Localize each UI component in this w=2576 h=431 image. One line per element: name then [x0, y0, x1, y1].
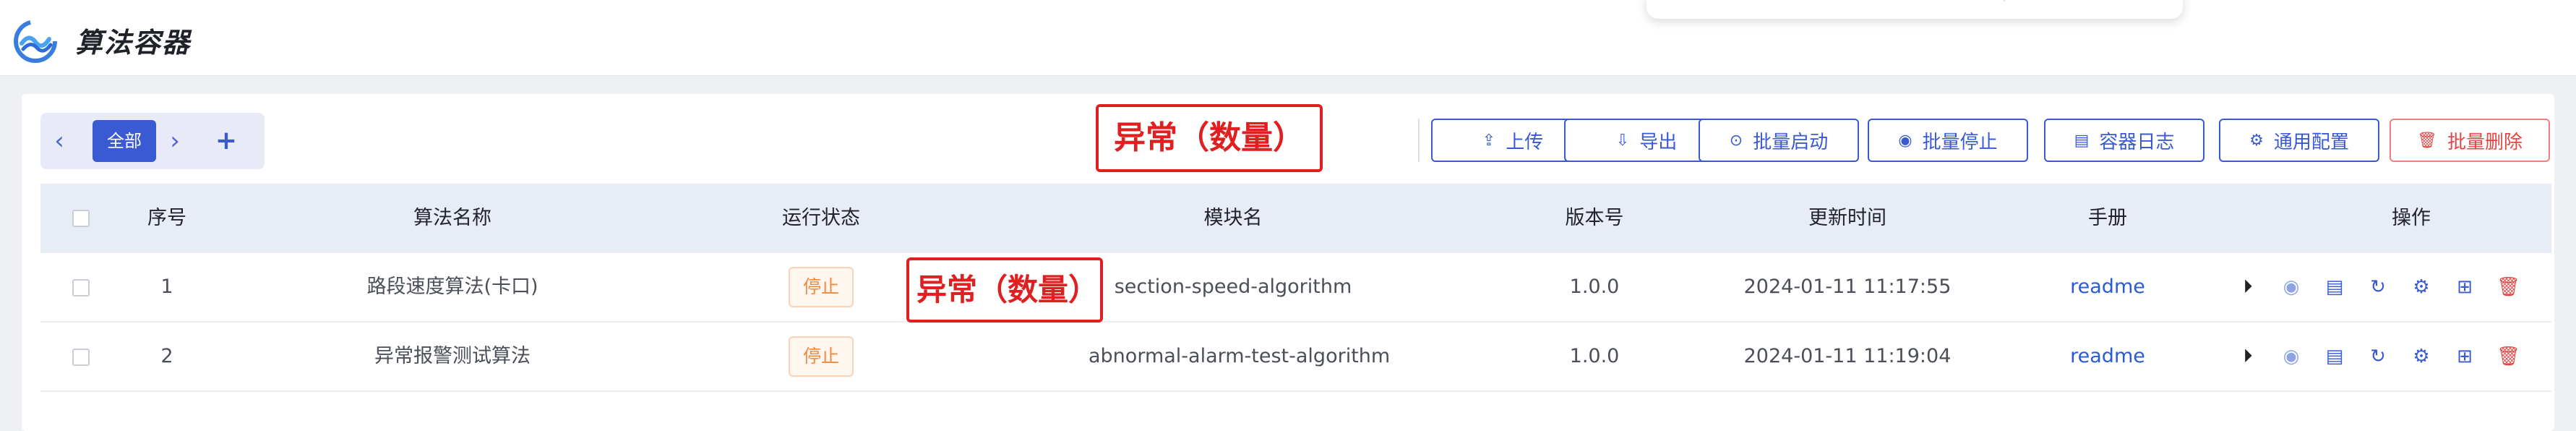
version: 1.0.0 [1569, 276, 1620, 298]
page-title: 算法容器 [75, 27, 192, 59]
hierarchy-icon[interactable]: ⊞ [2453, 345, 2476, 368]
table-row: 2 异常报警测试算法 停止 abnormal-alarm-test-algori… [40, 323, 2551, 392]
download-icon: ⇩ [1615, 131, 1630, 150]
status-badge: 停止 [789, 336, 854, 377]
container-log-label: 容器日志 [2099, 131, 2175, 153]
trash-icon[interactable]: 🗑 [2496, 276, 2520, 299]
gear-icon: ⚙ [2249, 131, 2264, 150]
tab-all[interactable]: 全部 [93, 120, 156, 162]
column-header-status: 运行状态 [782, 207, 860, 229]
column-header-name: 算法名称 [413, 207, 491, 229]
trash-icon[interactable]: 🗑 [2496, 345, 2520, 368]
update-time: 2024-01-11 11:19:04 [1743, 345, 1952, 367]
readme-link[interactable]: readme [2050, 253, 2165, 321]
column-header-index: 序号 [147, 207, 186, 229]
version: 1.0.0 [1569, 345, 1620, 367]
upload-label: 上传 [1506, 131, 1544, 153]
column-header-actions: 操作 [2392, 207, 2431, 229]
log-icon[interactable]: ▤ [2323, 276, 2346, 299]
readme-link[interactable]: readme [2050, 323, 2165, 391]
log-icon[interactable]: ▤ [2323, 345, 2346, 368]
general-config-button[interactable]: ⚙ 通用配置 [2219, 119, 2379, 162]
chevron-right-icon[interactable]: › [160, 123, 189, 159]
algorithm-name: 异常报警测试算法 [374, 345, 531, 367]
play-circle-icon: ⊙ [1729, 131, 1743, 150]
table-row: 1 路段速度算法(卡口) 停止 section-speed-algorithm … [40, 253, 2551, 323]
wave-logo-icon [14, 20, 57, 63]
row-index: 2 [160, 345, 173, 367]
column-header-module: 模块名 [1203, 207, 1263, 229]
column-header-manual: 手册 [2088, 207, 2127, 229]
module-name: section-speed-algorithm [1114, 276, 1352, 298]
column-header-version: 版本号 [1565, 207, 1624, 229]
container-log-button[interactable]: ▤ 容器日志 [2044, 119, 2204, 162]
module-name: abnormal-alarm-test-algorithm [1089, 345, 1391, 367]
algorithm-name: 路段速度算法(卡口) [366, 276, 538, 298]
toolbar-divider [1418, 119, 1420, 162]
batch-delete-button[interactable]: 🗑 批量删除 [2390, 119, 2550, 162]
app-header: 算法容器 [0, 0, 2576, 76]
batch-stop-button[interactable]: ◉ 批量停止 [1868, 119, 2028, 162]
refresh-icon[interactable]: ↻ [2366, 276, 2390, 299]
table-header: 序号 算法名称 运行状态 模块名 版本号 更新时间 手册 操作 [40, 184, 2551, 253]
batch-delete-label: 批量删除 [2447, 131, 2523, 153]
row-checkbox[interactable] [72, 349, 90, 366]
hierarchy-icon[interactable]: ⊞ [2453, 276, 2476, 299]
batch-start-button[interactable]: ⊙ 批量启动 [1699, 119, 1859, 162]
chevron-left-icon[interactable]: ‹ [45, 123, 74, 159]
refresh-icon[interactable]: ↻ [2366, 345, 2390, 368]
annotation-box-toolbar: 异常（数量） [1096, 104, 1323, 172]
tab-group: ‹ 全部 › + [40, 113, 265, 169]
update-time: 2024-01-11 11:17:55 [1743, 276, 1952, 298]
stop-circle-icon: ◉ [1898, 131, 1912, 150]
batch-stop-label: 批量停止 [1922, 131, 1998, 153]
document-icon: ▤ [2074, 131, 2090, 150]
general-config-label: 通用配置 [2273, 131, 2349, 153]
stop-icon[interactable]: ◉ [2280, 276, 2303, 299]
status-badge: 停止 [789, 267, 854, 307]
column-header-updated: 更新时间 [1808, 207, 1886, 229]
floating-popup [1647, 0, 2183, 19]
play-icon[interactable]: ⏵ [2236, 276, 2259, 299]
annotation-box-row: 异常（数量） [906, 257, 1103, 323]
stop-icon[interactable]: ◉ [2280, 345, 2303, 368]
export-label: 导出 [1639, 131, 1678, 153]
row-checkbox[interactable] [72, 279, 90, 296]
gear-icon[interactable]: ⚙ [2410, 276, 2433, 299]
row-index: 1 [160, 276, 173, 298]
gear-icon[interactable]: ⚙ [2410, 345, 2433, 368]
trash-icon: 🗑 [2417, 131, 2437, 150]
batch-start-label: 批量启动 [1753, 131, 1829, 153]
content-card: ‹ 全部 › + 异常（数量） ⇪ 上传 ⇩ 导出 ⊙ 批量启动 ◉ 批量停止 … [22, 94, 2554, 431]
plus-icon[interactable]: + [208, 121, 244, 161]
upload-icon: ⇪ [1482, 131, 1496, 150]
select-all-checkbox[interactable] [72, 210, 90, 227]
play-icon[interactable]: ⏵ [2236, 345, 2259, 368]
